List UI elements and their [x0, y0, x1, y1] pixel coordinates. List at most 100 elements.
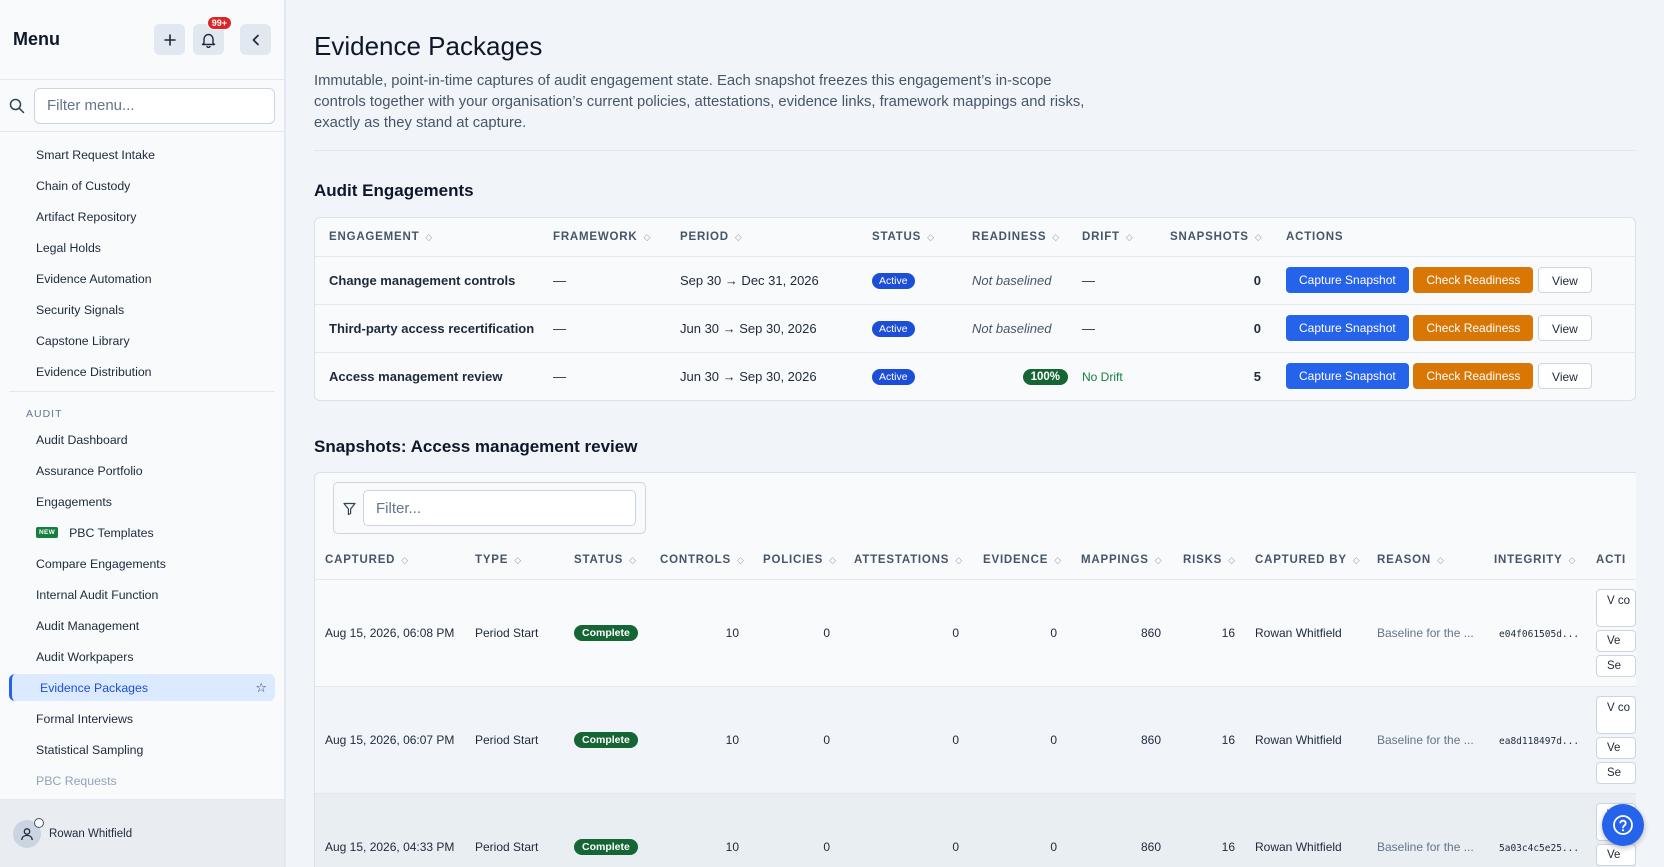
collapse-sidebar-button[interactable]: [240, 24, 271, 55]
attestations-cell: 0: [854, 686, 983, 794]
sidebar-item-audit-workpapers[interactable]: Audit Workpapers: [0, 641, 284, 672]
check-readiness-button[interactable]: Check Readiness: [1413, 315, 1534, 341]
sort-icon: ◇: [643, 231, 652, 242]
sidebar-item-formal-interviews[interactable]: Formal Interviews: [0, 703, 284, 734]
sidebar-item-security-signals[interactable]: Security Signals: [0, 294, 284, 325]
sort-icon: ◇: [1352, 554, 1361, 565]
column-header-readiness[interactable]: READINESS ◇: [972, 218, 1082, 257]
bell-icon: [201, 33, 216, 48]
column-header-type[interactable]: TYPE ◇: [475, 541, 574, 580]
reason-cell: Baseline for the ...: [1377, 579, 1494, 687]
view-button[interactable]: View: [1538, 267, 1592, 293]
notifications-button[interactable]: 99+: [193, 16, 232, 55]
verify-button[interactable]: V co: [1596, 695, 1636, 734]
framework-cell: —: [553, 368, 566, 384]
column-header-evidence[interactable]: EVIDENCE ◇: [983, 541, 1081, 580]
column-header-attestations[interactable]: ATTESTATIONS ◇: [854, 541, 983, 580]
actions-cell: V co Ve Se: [1596, 686, 1636, 794]
view-snapshot-button[interactable]: Ve: [1596, 629, 1636, 652]
sidebar-item-assurance-portfolio[interactable]: Assurance Portfolio: [0, 455, 284, 486]
type-cell: Period Start: [475, 793, 574, 867]
table-header-row: ENGAGEMENT ◇ FRAMEWORK ◇ PERIOD ◇ STATUS ◇ R…: [315, 218, 1635, 257]
engagement-name[interactable]: Access management review: [315, 352, 553, 400]
snapshots-cell: 5: [1253, 368, 1261, 384]
column-header-period[interactable]: PERIOD ◇: [680, 218, 872, 257]
column-header-reason[interactable]: REASON ◇: [1377, 541, 1494, 580]
status-cell: Complete: [574, 579, 660, 687]
sidebar-item-legal-holds[interactable]: Legal Holds: [0, 232, 284, 263]
new-badge: NEW: [36, 527, 59, 538]
view-button[interactable]: View: [1538, 363, 1592, 390]
secondary-action-button[interactable]: Se: [1596, 654, 1636, 677]
snapshot-filter-input[interactable]: [363, 490, 636, 526]
column-header-status[interactable]: STATUS ◇: [872, 218, 972, 257]
engagement-name[interactable]: Change management controls: [315, 256, 553, 305]
check-readiness-button[interactable]: Check Readiness: [1413, 363, 1534, 390]
column-header-actions: ACTI: [1596, 541, 1636, 580]
sidebar-item-chain-of-custody[interactable]: Chain of Custody: [0, 170, 284, 201]
sidebar-item-compare-engagements[interactable]: Compare Engagements: [0, 548, 284, 579]
column-header-framework[interactable]: FRAMEWORK ◇: [553, 218, 680, 257]
sidebar-item-evidence-distribution[interactable]: Evidence Distribution: [0, 356, 284, 387]
column-header-drift[interactable]: DRIFT ◇: [1082, 218, 1170, 257]
sidebar-item-engagements[interactable]: Engagements: [0, 486, 284, 517]
user-profile[interactable]: Rowan Whitfield: [0, 799, 284, 867]
notification-count-badge: 99+: [206, 16, 232, 30]
sidebar: Menu 99+ Smart Request Intake Chain of C…: [0, 0, 286, 867]
column-header-engagement[interactable]: ENGAGEMENT ◇: [315, 218, 553, 257]
column-header-policies[interactable]: POLICIES ◇: [763, 541, 854, 580]
secondary-action-button[interactable]: Se: [1596, 761, 1636, 784]
user-name: Rowan Whitfield: [49, 827, 133, 840]
check-readiness-button[interactable]: Check Readiness: [1413, 267, 1534, 293]
column-header-integrity[interactable]: INTEGRITY ◇: [1494, 541, 1596, 580]
engagement-name[interactable]: Third-party access recertification: [315, 304, 553, 353]
view-button[interactable]: View: [1538, 315, 1592, 341]
column-header-controls[interactable]: CONTROLS ◇: [660, 541, 763, 580]
status-cell: Active: [872, 352, 972, 400]
sidebar-item-pbc-templates[interactable]: NEW PBC Templates: [0, 517, 284, 548]
table-row: Third-party access recertification — Jun…: [315, 304, 1635, 353]
readiness-cell: Not baselined: [972, 256, 1082, 305]
sidebar-item-capstone-library[interactable]: Capstone Library: [0, 325, 284, 356]
capture-snapshot-button[interactable]: Capture Snapshot: [1286, 363, 1409, 390]
view-snapshot-button[interactable]: Ve: [1596, 843, 1636, 866]
sidebar-section-audit: AUDIT: [26, 408, 63, 420]
sidebar-item-pbc-requests[interactable]: PBC Requests: [0, 765, 284, 796]
sort-icon: ◇: [1568, 554, 1577, 565]
chevron-left-icon: [252, 34, 259, 45]
mappings-cell: 860: [1081, 793, 1183, 867]
captured-by-cell: Rowan Whitfield: [1255, 686, 1377, 794]
actions-cell: V co Ve Se: [1596, 579, 1636, 687]
help-button[interactable]: [1602, 804, 1644, 846]
add-button[interactable]: [154, 24, 185, 55]
column-header-risks[interactable]: RISKS ◇: [1183, 541, 1255, 580]
sidebar-item-artifact-repository[interactable]: Artifact Repository: [0, 201, 284, 232]
sidebar-item-statistical-sampling[interactable]: Statistical Sampling: [0, 734, 284, 765]
capture-snapshot-button[interactable]: Capture Snapshot: [1286, 267, 1409, 293]
sidebar-item-audit-management[interactable]: Audit Management: [0, 610, 284, 641]
sidebar-item-evidence-automation[interactable]: Evidence Automation: [0, 263, 284, 294]
evidence-cell: 0: [983, 579, 1081, 687]
risks-cell: 16: [1183, 686, 1255, 794]
sidebar-item-audit-dashboard[interactable]: Audit Dashboard: [0, 424, 284, 455]
status-badge: Complete: [574, 731, 638, 748]
column-header-snapshots[interactable]: SNAPSHOTS ◇: [1170, 218, 1283, 257]
column-header-captured-by[interactable]: CAPTURED BY ◇: [1255, 541, 1377, 580]
verify-button[interactable]: V co: [1596, 588, 1636, 627]
sort-icon: ◇: [401, 554, 410, 565]
search-icon: [9, 98, 31, 114]
column-header-status[interactable]: STATUS ◇: [574, 541, 660, 580]
sidebar-item-evidence-packages[interactable]: Evidence Packages ☆: [9, 674, 275, 701]
capture-snapshot-button[interactable]: Capture Snapshot: [1286, 315, 1409, 341]
actions-cell: Capture Snapshot Check Readiness View: [1283, 256, 1635, 305]
sidebar-item-internal-audit-function[interactable]: Internal Audit Function: [0, 579, 284, 610]
sort-icon: ◇: [1228, 554, 1236, 565]
table-header-row: CAPTURED ◇ TYPE ◇ STATUS ◇ CONTROLS ◇ POLICI…: [315, 541, 1636, 580]
sidebar-header: Menu 99+: [0, 0, 284, 80]
view-snapshot-button[interactable]: Ve: [1596, 736, 1636, 759]
menu-filter-input[interactable]: [34, 87, 275, 124]
column-header-mappings[interactable]: MAPPINGS ◇: [1081, 541, 1183, 580]
column-header-captured[interactable]: CAPTURED ◇: [315, 541, 475, 580]
star-icon[interactable]: ☆: [255, 680, 267, 696]
sidebar-item-smart-request-intake[interactable]: Smart Request Intake: [0, 139, 284, 170]
